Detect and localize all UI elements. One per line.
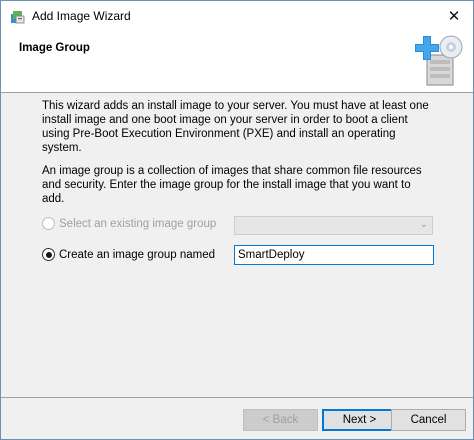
new-group-option[interactable]: Create an image group named bbox=[42, 248, 215, 261]
image-group-description: An image group is a collection of images… bbox=[42, 165, 422, 205]
chevron-down-icon: ⌄ bbox=[419, 219, 428, 230]
back-button[interactable]: < Back bbox=[243, 409, 318, 431]
existing-group-dropdown[interactable]: ⌄ bbox=[234, 216, 433, 235]
footer-divider bbox=[1, 397, 473, 398]
existing-group-label: Select an existing image group bbox=[59, 217, 217, 230]
close-icon: ✕ bbox=[447, 8, 461, 25]
new-group-radio[interactable] bbox=[42, 248, 55, 261]
image-group-name-input[interactable]: SmartDeploy bbox=[234, 245, 434, 265]
new-group-label: Create an image group named bbox=[59, 248, 215, 261]
existing-group-radio[interactable] bbox=[42, 217, 55, 230]
cancel-button[interactable]: Cancel bbox=[391, 409, 466, 431]
page-title: Image Group bbox=[19, 42, 90, 54]
intro-text: This wizard adds an install image to you… bbox=[42, 100, 429, 154]
wizard-window: Add Image Wizard ✕ Image Group This wiza… bbox=[0, 0, 474, 440]
window-title: Add Image Wizard bbox=[32, 9, 131, 23]
wizard-app-icon bbox=[11, 11, 25, 24]
title-bar[interactable]: Add Image Wizard ✕ bbox=[1, 1, 473, 31]
install-image-wizard-icon bbox=[415, 35, 463, 86]
next-button[interactable]: Next > bbox=[322, 409, 397, 431]
wizard-header: Image Group bbox=[1, 31, 473, 93]
close-button[interactable]: ✕ bbox=[441, 4, 467, 28]
existing-group-option[interactable]: Select an existing image group bbox=[42, 217, 216, 230]
